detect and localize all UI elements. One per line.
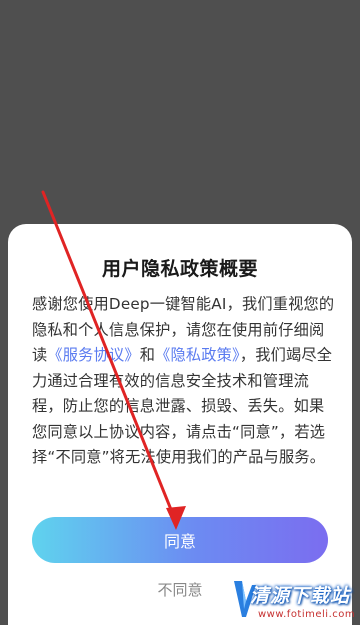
service-agreement-link[interactable]: 《服务协议》 <box>47 346 139 364</box>
agree-button[interactable]: 同意 <box>32 517 328 563</box>
dialog-title: 用户隐私政策概要 <box>101 258 258 280</box>
privacy-policy-link[interactable]: 《隐私政策》 <box>155 346 240 364</box>
agree-button-label: 同意 <box>163 532 196 551</box>
privacy-policy-dialog: 用户隐私政策概要 感谢您使用Deep一键智能AI，我们重视您的隐私和个人信息保护… <box>8 224 352 625</box>
dialog-body-text: 感谢您使用Deep一键智能AI，我们重视您的隐私和个人信息保护，请您在使用前仔细… <box>32 292 338 471</box>
body-text-part2: ，我们竭尽全力通过合理有效的信息安全技术和管理流程，防止您的信息泄露、损毁、丢失… <box>32 346 333 466</box>
body-text-and: 和 <box>139 346 156 364</box>
disagree-button[interactable]: 不同意 <box>8 579 352 600</box>
